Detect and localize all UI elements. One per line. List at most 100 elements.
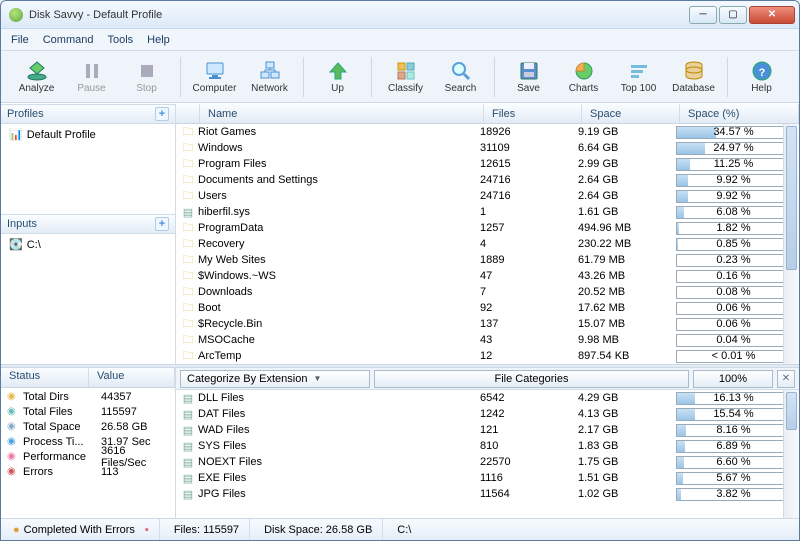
folder-icon: 🗀 <box>180 363 196 365</box>
cat-space: 4.29 GB <box>578 392 676 404</box>
file-categories-label: File Categories <box>495 373 569 385</box>
zoom-label: 100% <box>719 373 747 385</box>
row-pct: 0.16 % <box>676 270 795 283</box>
network-button[interactable]: Network <box>242 53 297 101</box>
close-button[interactable]: ✕ <box>749 6 795 24</box>
table-row[interactable]: 🗀ArcTemp12897.54 KB< 0.01 % <box>176 348 799 364</box>
top100-button[interactable]: Top 100 <box>611 53 666 101</box>
row-name: Windows <box>196 142 480 154</box>
row-name: $Windows.~WS <box>196 270 480 282</box>
sidebar: Profiles + 📊 Default Profile Inputs + 💽 … <box>1 104 176 364</box>
cat-space: 1.75 GB <box>578 456 676 468</box>
table-row[interactable]: 🗀$Recycle.Bin13715.07 MB0.06 % <box>176 316 799 332</box>
table-row[interactable]: 🗀My Web Sites188961.79 MB0.23 % <box>176 252 799 268</box>
category-row[interactable]: ▤WAD Files1212.17 GB8.16 % <box>176 422 799 438</box>
status-icon: ◉ <box>7 421 23 432</box>
table-row[interactable]: 🗀Recovery4230.22 MB0.85 % <box>176 236 799 252</box>
table-row[interactable]: 🗀Documents and Settings247162.64 GB9.92 … <box>176 172 799 188</box>
input-item[interactable]: 💽 C:\ <box>1 236 175 253</box>
col-status[interactable]: Status <box>1 368 89 387</box>
file-icon: ▤ <box>180 488 196 501</box>
menu-tools[interactable]: Tools <box>107 34 133 46</box>
category-row[interactable]: ▤JPG Files115641.02 GB3.82 % <box>176 486 799 502</box>
input-label: C:\ <box>27 239 41 251</box>
lower-pane: Status Value ◉Total Dirs44357◉Total File… <box>1 368 799 518</box>
scrollbar-v[interactable] <box>783 124 799 364</box>
row-name: ArcTemp <box>196 350 480 362</box>
category-row[interactable]: ▤SYS Files8101.83 GB6.89 % <box>176 438 799 454</box>
scrollbar-thumb[interactable] <box>786 392 797 430</box>
category-row[interactable]: ▤EXE Files11161.51 GB5.67 % <box>176 470 799 486</box>
help-icon: ? <box>750 59 774 83</box>
database-button[interactable]: Database <box>666 53 721 101</box>
pause-icon <box>80 59 104 83</box>
classify-label: Classify <box>388 83 423 94</box>
table-row[interactable]: 🗀Users247162.64 GB9.92 % <box>176 188 799 204</box>
profile-item[interactable]: 📊 Default Profile <box>1 126 175 143</box>
analyze-icon <box>25 59 49 83</box>
row-pct: 9.92 % <box>676 174 795 187</box>
scrollbar-thumb[interactable] <box>786 126 797 270</box>
statusbar: ● Completed With Errors ▪ Files: 115597 … <box>1 518 799 540</box>
row-files: 1 <box>480 206 578 218</box>
zoom-button[interactable]: 100% <box>693 370 773 388</box>
scrollbar-v[interactable] <box>783 390 799 518</box>
col-name[interactable]: Name <box>200 104 484 123</box>
row-files: 18926 <box>480 126 578 138</box>
cat-name: WAD Files <box>196 424 480 436</box>
table-row[interactable]: 🗀Riot Games189269.19 GB34.57 % <box>176 124 799 140</box>
table-row[interactable]: 🗀ProgramData1257494.96 MB1.82 % <box>176 220 799 236</box>
stop-icon[interactable]: ▪ <box>145 524 149 536</box>
analyze-button[interactable]: Analyze <box>9 53 64 101</box>
table-row[interactable]: 🗀Windows311096.64 GB24.97 % <box>176 140 799 156</box>
table-row[interactable]: 🗀Downloads720.52 MB0.08 % <box>176 284 799 300</box>
maximize-button[interactable]: ▢ <box>719 6 747 24</box>
stop-label: Stop <box>136 83 157 94</box>
search-button[interactable]: Search <box>433 53 488 101</box>
table-row[interactable]: 🗀MSOCache439.98 MB0.04 % <box>176 332 799 348</box>
computer-button[interactable]: Computer <box>187 53 242 101</box>
category-list[interactable]: ▤DLL Files65424.29 GB16.13 %▤DAT Files12… <box>176 390 799 518</box>
close-panel-button[interactable]: ✕ <box>777 370 795 388</box>
table-row[interactable]: ▤hiberfil.sys11.61 GB6.08 % <box>176 204 799 220</box>
category-row[interactable]: ▤DLL Files65424.29 GB16.13 % <box>176 390 799 406</box>
up-icon <box>326 59 350 83</box>
save-button[interactable]: Save <box>501 53 556 101</box>
menubar: File Command Tools Help <box>1 29 799 51</box>
status-row: ◉Total Dirs44357 <box>1 389 175 404</box>
titlebar[interactable]: Disk Savvy - Default Profile ─ ▢ ✕ <box>1 1 799 29</box>
up-button[interactable]: Up <box>310 53 365 101</box>
cat-pct: 3.82 % <box>676 488 795 501</box>
table-row[interactable]: 🗀$Windows.~WS4743.26 MB0.16 % <box>176 268 799 284</box>
category-row[interactable]: ▤DAT Files12424.13 GB15.54 % <box>176 406 799 422</box>
table-row[interactable]: 🗀Program Files126152.99 GB11.25 % <box>176 156 799 172</box>
file-icon: ▤ <box>180 456 196 469</box>
category-row[interactable]: ▤NOEXT Files225701.75 GB6.60 % <box>176 454 799 470</box>
charts-button[interactable]: Charts <box>556 53 611 101</box>
status-path: C:\ <box>393 519 421 540</box>
add-profile-button[interactable]: + <box>155 107 169 121</box>
menu-command[interactable]: Command <box>43 34 94 46</box>
col-space[interactable]: Space <box>582 104 680 123</box>
file-list[interactable]: 🗀Riot Games189269.19 GB34.57 %🗀Windows31… <box>176 124 799 364</box>
menu-help[interactable]: Help <box>147 34 170 46</box>
status-row: ◉Total Files115597 <box>1 404 175 419</box>
categorize-select[interactable]: Categorize By Extension ▼ <box>180 370 370 388</box>
minimize-button[interactable]: ─ <box>689 6 717 24</box>
file-categories-button[interactable]: File Categories <box>374 370 689 388</box>
classify-button[interactable]: Classify <box>378 53 433 101</box>
row-files: 43 <box>480 334 578 346</box>
col-pct[interactable]: Space (%) <box>680 104 799 123</box>
column-headers: Name Files Space Space (%) <box>176 104 799 124</box>
help-button[interactable]: ?Help <box>734 53 789 101</box>
col-files[interactable]: Files <box>484 104 582 123</box>
status-row: ◉Performance3616 Files/Sec <box>1 449 175 464</box>
row-files: 24716 <box>480 190 578 202</box>
row-name: Recovery <box>196 238 480 250</box>
menu-file[interactable]: File <box>11 34 29 46</box>
inputs-header-label: Inputs <box>7 218 37 230</box>
table-row[interactable]: 🗀Boot9217.62 MB0.06 % <box>176 300 799 316</box>
add-input-button[interactable]: + <box>155 217 169 231</box>
col-value[interactable]: Value <box>89 368 175 387</box>
file-icon: ▤ <box>180 392 196 405</box>
